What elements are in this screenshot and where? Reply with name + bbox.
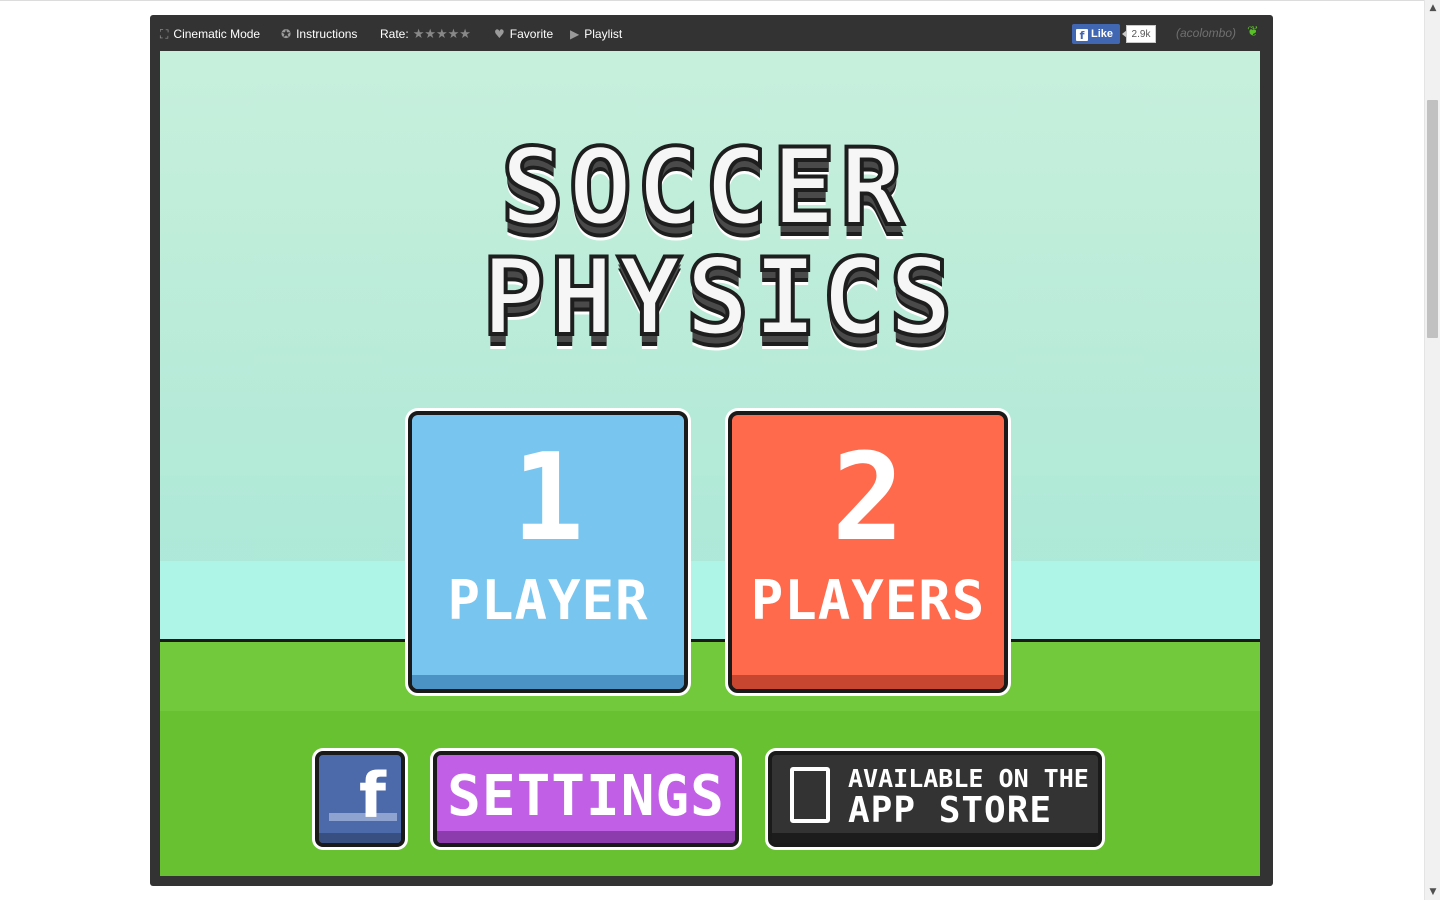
tablet-icon xyxy=(790,767,830,823)
heart-icon: ♥ xyxy=(494,27,505,41)
button-shadow-strip xyxy=(437,831,735,843)
facebook-like-button[interactable]: f Like xyxy=(1072,24,1120,44)
app-store-line-2: APP STORE xyxy=(848,790,1053,831)
fullscreen-icon: ⛶ xyxy=(160,27,169,41)
one-player-label: PLAYER xyxy=(447,569,649,632)
favorite-label: Favorite xyxy=(509,27,554,41)
facebook-icon: f xyxy=(1076,29,1088,42)
one-player-number: 1 xyxy=(511,429,585,568)
game-canvas[interactable]: SOCCER PHYSICS 1 PLAYER 2 PLAYERS f SETT… xyxy=(160,51,1260,876)
favorite-button[interactable]: ♥ Favorite xyxy=(494,26,553,42)
cinematic-mode-label: Cinematic Mode xyxy=(173,27,261,41)
author-link[interactable]: (acolombo) xyxy=(1176,26,1236,40)
sky-band xyxy=(160,561,1260,639)
scrollbar-thumb[interactable] xyxy=(1427,100,1438,338)
button-shadow-strip xyxy=(772,833,1098,843)
page-scrollbar[interactable]: ▲ ▼ xyxy=(1424,0,1440,900)
facebook-icon: f xyxy=(359,759,386,832)
facebook-like-count: 2.9k xyxy=(1122,25,1156,43)
app-store-button[interactable]: AVAILABLE ON THE APP STORE xyxy=(768,751,1102,847)
game-title-line-1: SOCCER xyxy=(499,126,908,249)
facebook-share-button[interactable]: f xyxy=(315,751,405,847)
game-title-logo: SOCCER PHYSICS xyxy=(480,126,957,365)
scroll-up-arrow-icon[interactable]: ▲ xyxy=(1425,0,1440,16)
page-top-border xyxy=(0,0,1424,1)
rating-widget: Rate: ★★★★★ xyxy=(380,26,471,42)
cinematic-mode-button[interactable]: ⛶ Cinematic Mode xyxy=(160,26,260,42)
playlist-button[interactable]: ▶ Playlist xyxy=(570,26,622,42)
play-icon: ▶ xyxy=(570,27,580,41)
two-players-button[interactable]: 2 PLAYERS xyxy=(728,411,1008,693)
rating-stars[interactable]: ★★★★★ xyxy=(413,27,471,42)
one-player-button[interactable]: 1 PLAYER xyxy=(408,411,688,693)
button-shadow-strip xyxy=(319,833,401,843)
button-shadow-strip xyxy=(412,675,684,689)
leaf-icon: ❦ xyxy=(1247,24,1259,40)
help-icon: ✪ xyxy=(281,27,292,41)
instructions-button[interactable]: ✪ Instructions xyxy=(281,26,357,42)
settings-button[interactable]: SETTINGS xyxy=(433,751,739,847)
scroll-down-arrow-icon[interactable]: ▼ xyxy=(1425,884,1440,900)
game-toolbar: ⛶ Cinematic Mode ✪ Instructions Rate: ★★★★★… xyxy=(150,15,1273,51)
instructions-label: Instructions xyxy=(296,27,358,41)
rate-label: Rate: xyxy=(380,27,409,41)
app-store-line-1: AVAILABLE ON THE xyxy=(848,764,1089,793)
settings-label: SETTINGS xyxy=(447,764,725,829)
two-players-label: PLAYERS xyxy=(750,569,986,632)
two-players-number: 2 xyxy=(831,429,905,568)
game-container: ⛶ Cinematic Mode ✪ Instructions Rate: ★★★★★… xyxy=(150,15,1273,886)
facebook-like-label: Like xyxy=(1091,28,1114,40)
button-shadow-strip xyxy=(732,675,1004,689)
game-title-line-2: PHYSICS xyxy=(480,236,957,359)
playlist-label: Playlist xyxy=(584,27,623,41)
